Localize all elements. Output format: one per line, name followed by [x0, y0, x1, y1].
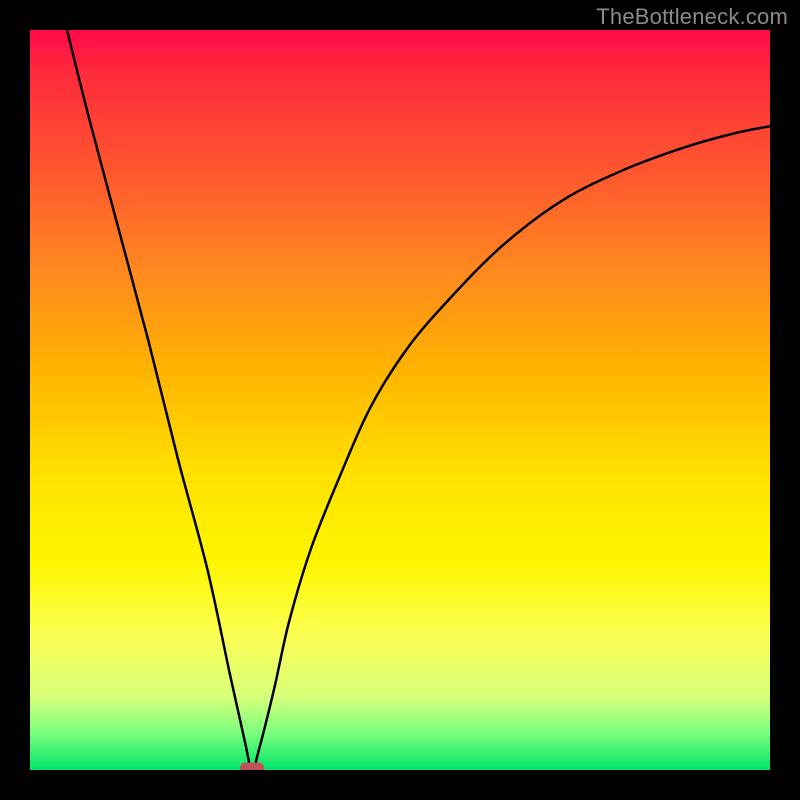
minimum-marker: [240, 763, 264, 771]
bottleneck-curve: [67, 30, 770, 770]
curve-layer: [30, 30, 770, 770]
chart-frame: TheBottleneck.com: [0, 0, 800, 800]
plot-area: [30, 30, 770, 770]
watermark-text: TheBottleneck.com: [596, 4, 788, 30]
